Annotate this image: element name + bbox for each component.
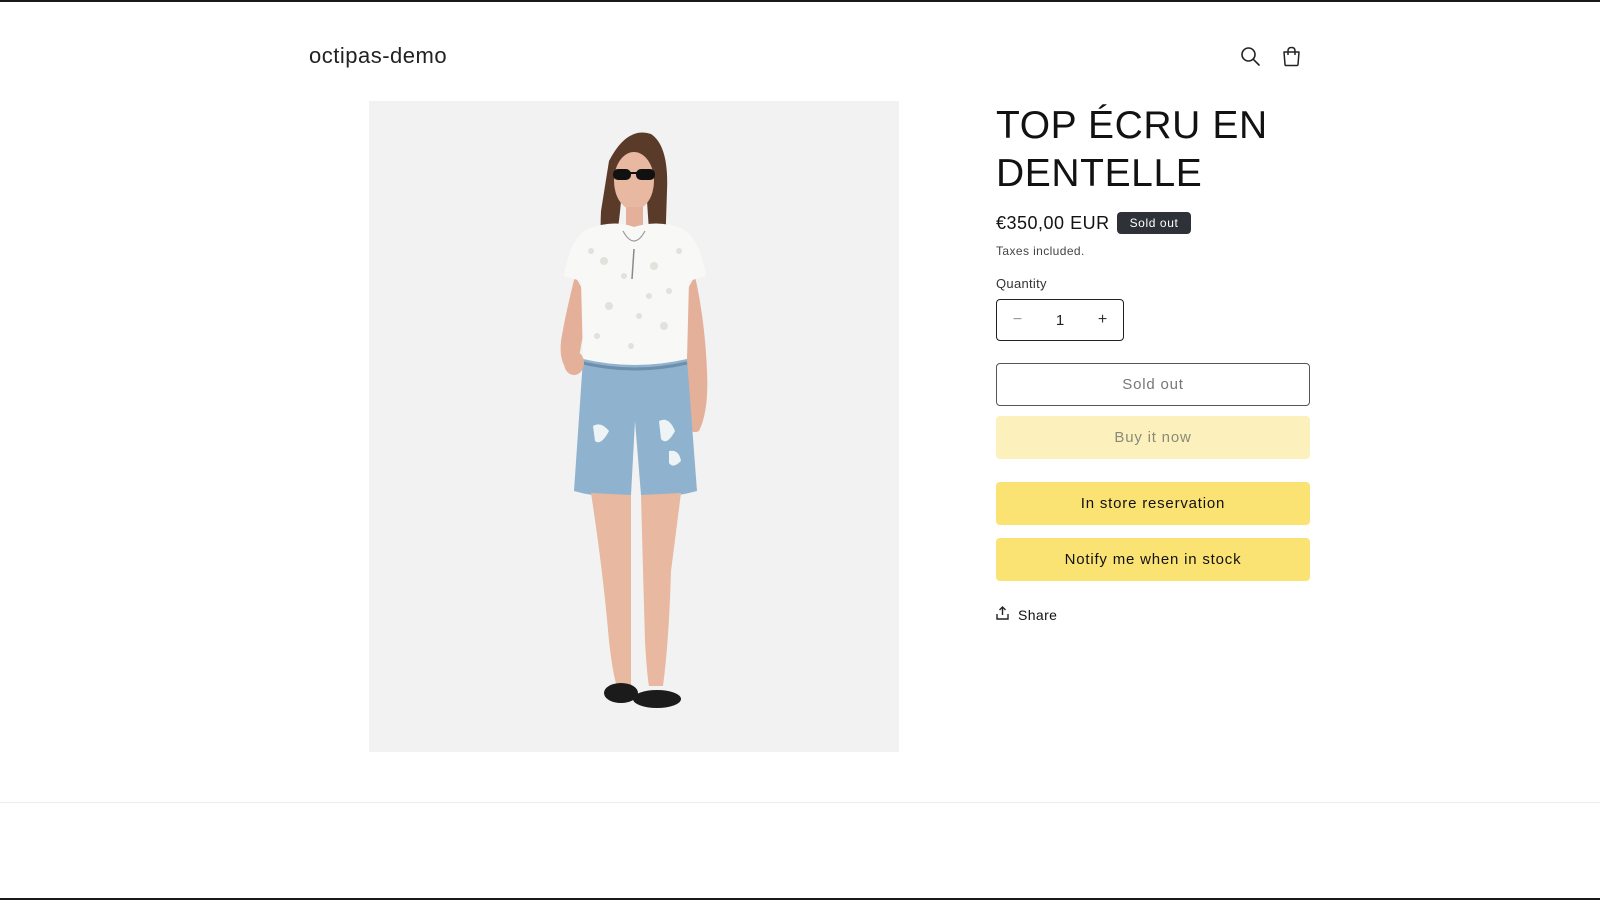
quantity-label: Quantity xyxy=(996,276,1047,291)
sold-out-badge: Sold out xyxy=(1116,212,1192,234)
price-row: €350,00 EUR Sold out xyxy=(996,212,1310,234)
search-icon[interactable] xyxy=(1237,43,1264,70)
product-price: €350,00 EUR xyxy=(996,212,1110,233)
quantity-input[interactable] xyxy=(1038,310,1082,330)
quantity-increase-button[interactable]: + xyxy=(1082,300,1123,340)
product-image[interactable] xyxy=(369,101,899,752)
sold-out-button[interactable]: Sold out xyxy=(996,363,1310,406)
store-logo[interactable]: octipas-demo xyxy=(309,43,447,69)
taxes-note: Taxes included. xyxy=(996,244,1085,258)
footer-divider xyxy=(0,802,1600,803)
header-icons xyxy=(1237,43,1305,70)
share-button[interactable]: Share xyxy=(996,606,1057,623)
in-store-reservation-button[interactable]: In store reservation xyxy=(996,482,1310,525)
notify-when-in-stock-button[interactable]: Notify me when in stock xyxy=(996,538,1310,581)
share-label: Share xyxy=(1018,606,1058,623)
product-title: TOP ÉCRU EN DENTELLE xyxy=(996,104,1268,195)
share-icon xyxy=(996,606,1009,623)
product-info: TOP ÉCRU EN DENTELLE €350,00 EUR Sold ou… xyxy=(996,102,1310,623)
quantity-decrease-button[interactable]: − xyxy=(997,300,1038,340)
cart-icon[interactable] xyxy=(1278,43,1305,70)
buy-it-now-button[interactable]: Buy it now xyxy=(996,416,1310,459)
site-header: octipas-demo xyxy=(309,32,1307,80)
quantity-stepper: − + xyxy=(996,299,1124,341)
page-frame: octipas-demo TOP ÉCRU EN DENTELLE €350,0… xyxy=(0,0,1600,900)
